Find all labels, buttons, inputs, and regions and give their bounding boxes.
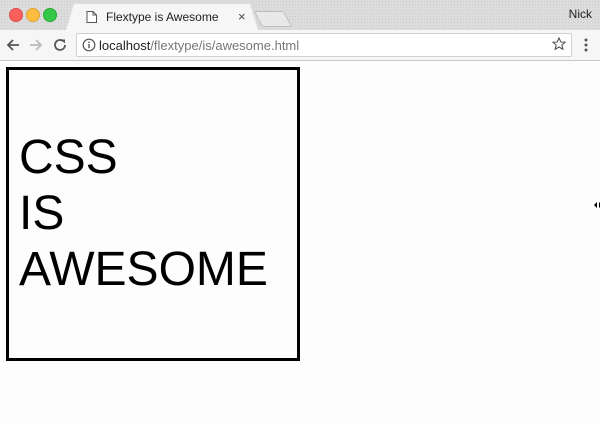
reload-icon[interactable] <box>50 35 70 55</box>
title-bar: Flextype is Awesome × Nick <box>0 0 600 30</box>
tab-active[interactable]: Flextype is Awesome × <box>66 4 258 30</box>
url-host: localhost <box>99 38 151 53</box>
text-line-is: IS <box>19 187 65 240</box>
toolbar: localhost/flextype/is/awesome.html <box>0 30 600 61</box>
menu-icon[interactable] <box>580 37 592 53</box>
url-path: /flextype/is/awesome.html <box>150 38 300 53</box>
resize-cursor-icon <box>594 202 600 208</box>
window-close-button[interactable] <box>9 8 23 22</box>
url-text[interactable]: localhost/flextype/is/awesome.html <box>99 38 299 53</box>
flex-box: CSS IS AWESOME <box>6 67 300 361</box>
back-icon[interactable] <box>3 35 23 55</box>
address-bar[interactable]: localhost/flextype/is/awesome.html <box>76 33 572 57</box>
text-line-css: CSS <box>19 131 118 184</box>
tab-title: Flextype is Awesome <box>106 10 219 24</box>
window-minimize-button[interactable] <box>26 8 40 22</box>
forward-icon[interactable] <box>26 35 46 55</box>
window-maximize-button[interactable] <box>43 8 57 22</box>
tab-close-button[interactable]: × <box>238 9 246 24</box>
document-icon <box>86 11 97 23</box>
profile-name[interactable]: Nick <box>569 7 592 21</box>
new-tab-button[interactable] <box>253 11 293 27</box>
info-icon[interactable] <box>82 38 96 52</box>
text-line-awesome: AWESOME <box>19 243 268 296</box>
page-content: CSS IS AWESOME <box>0 61 600 424</box>
star-icon[interactable] <box>551 36 567 52</box>
